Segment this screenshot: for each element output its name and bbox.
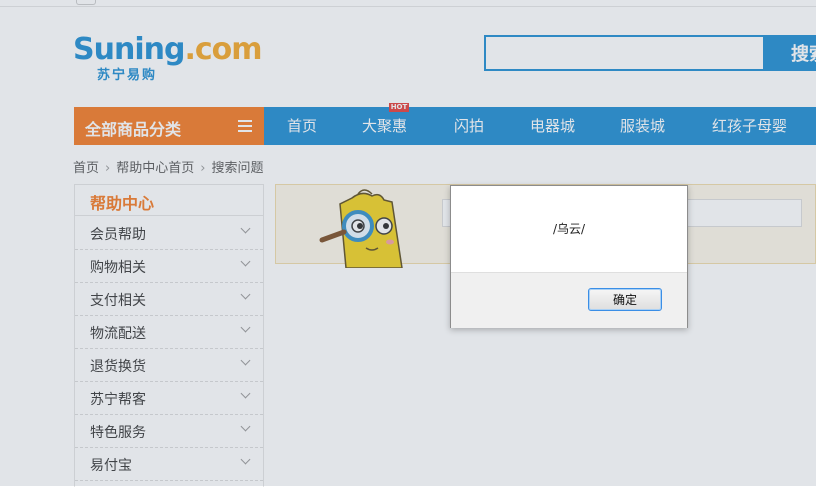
modal-overlay: [0, 0, 816, 486]
ok-button[interactable]: 确定: [588, 288, 662, 311]
alert-dialog: /乌云/ 确定: [450, 185, 688, 328]
alert-footer: 确定: [451, 272, 687, 328]
alert-message: /乌云/: [552, 222, 586, 236]
